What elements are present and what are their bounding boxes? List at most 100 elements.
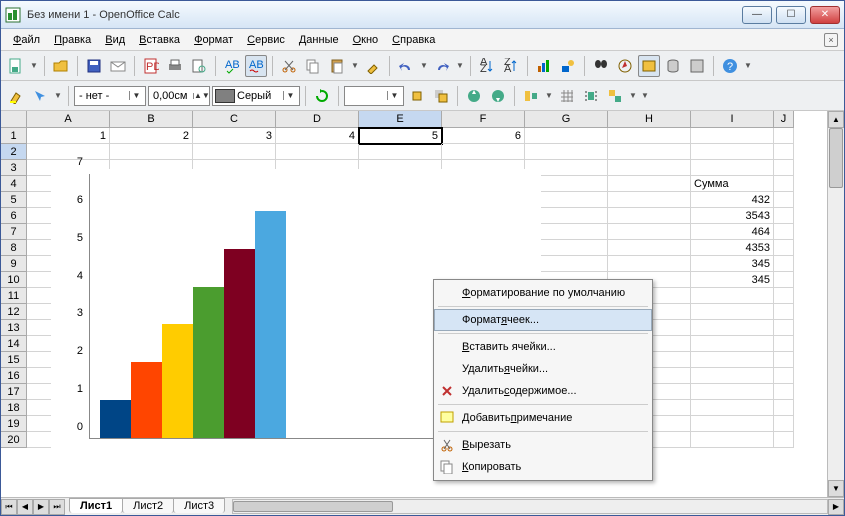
- cell-H9[interactable]: [608, 256, 691, 272]
- menu-tools[interactable]: Сервис: [241, 32, 291, 48]
- row-header-13[interactable]: 13: [1, 320, 27, 336]
- row-header-11[interactable]: 11: [1, 288, 27, 304]
- cell-I12[interactable]: [691, 304, 774, 320]
- cell-G2[interactable]: [525, 144, 608, 160]
- cell-H6[interactable]: [608, 208, 691, 224]
- sort-desc-icon[interactable]: ZA: [500, 55, 522, 77]
- cell-J19[interactable]: [774, 416, 794, 432]
- find-icon[interactable]: [590, 55, 612, 77]
- cell-I15[interactable]: [691, 352, 774, 368]
- cell-H8[interactable]: [608, 240, 691, 256]
- column-header-A[interactable]: A: [27, 111, 110, 128]
- rotate-icon[interactable]: [311, 85, 333, 107]
- cell-J14[interactable]: [774, 336, 794, 352]
- row-header-4[interactable]: 4: [1, 176, 27, 192]
- cell-A2[interactable]: [27, 144, 110, 160]
- line-width-combo[interactable]: 0,00см▲▼: [148, 86, 210, 106]
- cell-I3[interactable]: [691, 160, 774, 176]
- cell-J15[interactable]: [774, 352, 794, 368]
- menu-data[interactable]: Данные: [293, 32, 345, 48]
- paste-dropdown[interactable]: ▼: [350, 61, 360, 70]
- cell-E2[interactable]: [359, 144, 442, 160]
- toolbar2-overflow[interactable]: ▼: [640, 91, 650, 100]
- cell-J17[interactable]: [774, 384, 794, 400]
- cell-B1[interactable]: 2: [110, 128, 193, 144]
- scroll-up-icon[interactable]: ▲: [828, 111, 844, 128]
- export-pdf-icon[interactable]: PDF: [140, 55, 162, 77]
- print-preview-icon[interactable]: [188, 55, 210, 77]
- print-icon[interactable]: [164, 55, 186, 77]
- cell-I4[interactable]: Сумма: [691, 176, 774, 192]
- row-header-20[interactable]: 20: [1, 432, 27, 448]
- column-header-C[interactable]: C: [193, 111, 276, 128]
- chart-bar[interactable]: [100, 400, 131, 438]
- cell-I9[interactable]: 345: [691, 256, 774, 272]
- maximize-button[interactable]: ☐: [776, 6, 806, 24]
- cell-I10[interactable]: 345: [691, 272, 774, 288]
- cell-I8[interactable]: 4353: [691, 240, 774, 256]
- email-icon[interactable]: [107, 55, 129, 77]
- cell-G1[interactable]: [525, 128, 608, 144]
- row-header-5[interactable]: 5: [1, 192, 27, 208]
- column-header-G[interactable]: G: [525, 111, 608, 128]
- prev-sheet-icon[interactable]: ◀: [17, 499, 33, 515]
- cell-I5[interactable]: 432: [691, 192, 774, 208]
- cell-I19[interactable]: [691, 416, 774, 432]
- save-icon[interactable]: [83, 55, 105, 77]
- first-sheet-icon[interactable]: ⏮: [1, 499, 17, 515]
- row-header-15[interactable]: 15: [1, 352, 27, 368]
- sheet-tab[interactable]: Лист2: [122, 498, 174, 513]
- row-header-19[interactable]: 19: [1, 416, 27, 432]
- cell-H3[interactable]: [608, 160, 691, 176]
- cell-I2[interactable]: [691, 144, 774, 160]
- redo-dropdown[interactable]: ▼: [455, 61, 465, 70]
- context-menu-item[interactable]: Форматирование по умолчанию: [434, 282, 652, 304]
- next-sheet-icon[interactable]: ▶: [33, 499, 49, 515]
- cell-I18[interactable]: [691, 400, 774, 416]
- row-header-10[interactable]: 10: [1, 272, 27, 288]
- menu-insert[interactable]: Вставка: [133, 32, 186, 48]
- cell-H2[interactable]: [608, 144, 691, 160]
- column-header-I[interactable]: I: [691, 111, 774, 128]
- new-doc-dropdown[interactable]: ▼: [29, 61, 39, 70]
- menu-view[interactable]: Вид: [99, 32, 131, 48]
- undo-dropdown[interactable]: ▼: [419, 61, 429, 70]
- line-color-combo[interactable]: Серый▼: [212, 86, 300, 106]
- context-menu-item[interactable]: Копировать: [434, 456, 652, 478]
- row-header-16[interactable]: 16: [1, 368, 27, 384]
- cell-J6[interactable]: [774, 208, 794, 224]
- row-header-9[interactable]: 9: [1, 256, 27, 272]
- menu-file[interactable]: Файл: [7, 32, 46, 48]
- background-icon[interactable]: [487, 85, 509, 107]
- cell-F2[interactable]: [442, 144, 525, 160]
- cell-I1[interactable]: [691, 128, 774, 144]
- menu-help[interactable]: Справка: [386, 32, 441, 48]
- cell-J20[interactable]: [774, 432, 794, 448]
- cell-I16[interactable]: [691, 368, 774, 384]
- cell-A1[interactable]: 1: [27, 128, 110, 144]
- open-icon[interactable]: [50, 55, 72, 77]
- context-menu-item[interactable]: Формат ячеек...: [434, 309, 652, 331]
- cell-C1[interactable]: 3: [193, 128, 276, 144]
- cell-I6[interactable]: 3543: [691, 208, 774, 224]
- cell-H7[interactable]: [608, 224, 691, 240]
- row-header-18[interactable]: 18: [1, 400, 27, 416]
- cell-J9[interactable]: [774, 256, 794, 272]
- cell-J1[interactable]: [774, 128, 794, 144]
- cell-I14[interactable]: [691, 336, 774, 352]
- row-header-7[interactable]: 7: [1, 224, 27, 240]
- cell-J4[interactable]: [774, 176, 794, 192]
- copy-icon[interactable]: [302, 55, 324, 77]
- cell-J11[interactable]: [774, 288, 794, 304]
- new-doc-icon[interactable]: [5, 55, 27, 77]
- column-header-F[interactable]: F: [442, 111, 525, 128]
- row-header-1[interactable]: 1: [1, 128, 27, 144]
- cell-C2[interactable]: [193, 144, 276, 160]
- cell-H5[interactable]: [608, 192, 691, 208]
- scroll-down-icon[interactable]: ▼: [828, 480, 844, 497]
- context-help-icon[interactable]: ×: [824, 33, 838, 47]
- cell-J2[interactable]: [774, 144, 794, 160]
- column-header-H[interactable]: H: [608, 111, 691, 128]
- cell-I17[interactable]: [691, 384, 774, 400]
- menu-window[interactable]: Окно: [347, 32, 385, 48]
